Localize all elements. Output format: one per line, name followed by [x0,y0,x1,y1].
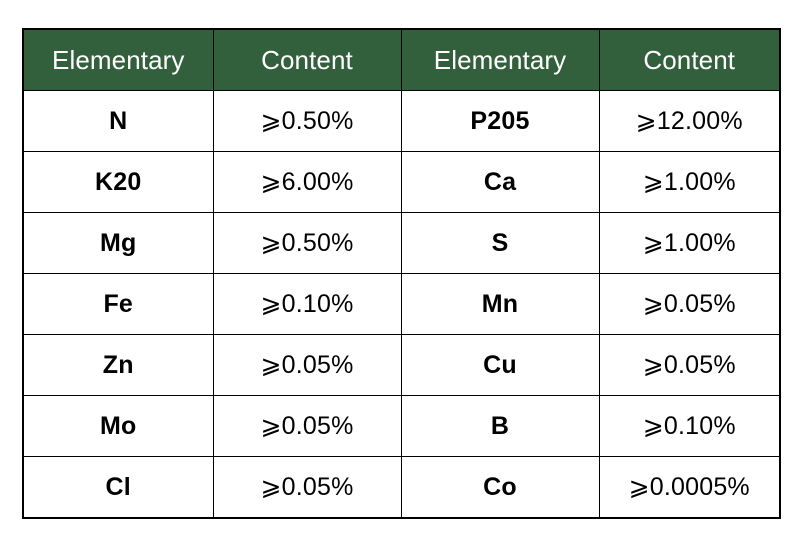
cell-content-left: ⩾0.05% [212,456,402,519]
cell-content-right-text: ⩾0.05% [642,350,736,379]
column-header-elementary-right: Elementary [400,28,600,91]
cell-elementary-left-text: Mo [100,411,137,440]
cell-elementary-right: Mn [400,273,600,335]
cell-elementary-left: Cl [22,456,214,519]
cell-content-right: ⩾0.05% [598,334,781,396]
element-content-table: Elementary Content Elementary Content N ⩾… [22,28,781,519]
cell-content-right: ⩾1.00% [598,151,781,213]
cell-content-left-text: ⩾0.50% [260,228,354,257]
cell-elementary-right: Ca [400,151,600,213]
cell-elementary-right-text: B [490,411,510,440]
cell-content-right: ⩾1.00% [598,212,781,274]
cell-elementary-right-text: Co [483,472,517,501]
cell-content-left: ⩾0.50% [212,212,402,274]
cell-elementary-left: N [22,90,214,152]
cell-elementary-right-text: S [491,228,509,257]
table-row: K20 ⩾6.00% Ca ⩾1.00% [22,151,781,213]
cell-content-right: ⩾0.05% [598,273,781,335]
column-header-elementary-left: Elementary [22,28,214,91]
cell-content-right: ⩾0.0005% [598,456,781,519]
cell-content-right-text: ⩾12.00% [635,106,743,135]
cell-elementary-left: Zn [22,334,214,396]
cell-elementary-left: Mo [22,395,214,457]
cell-elementary-right-text: Cu [483,350,517,379]
cell-content-left: ⩾0.10% [212,273,402,335]
cell-content-left: ⩾6.00% [212,151,402,213]
cell-elementary-left-text: N [109,106,128,135]
cell-elementary-right-text: P205 [470,106,530,135]
table-header-row: Elementary Content Elementary Content [22,28,781,91]
cell-content-left-text: ⩾0.50% [260,106,354,135]
cell-elementary-right: B [400,395,600,457]
table-row: Fe ⩾0.10% Mn ⩾0.05% [22,273,781,335]
cell-elementary-right: Co [400,456,600,519]
table-row: Zn ⩾0.05% Cu ⩾0.05% [22,334,781,396]
cell-elementary-left-text: Fe [103,289,134,318]
column-header-content-right: Content [598,28,781,91]
cell-content-left-text: ⩾6.00% [260,167,354,196]
cell-elementary-right: P205 [400,90,600,152]
cell-content-left-text: ⩾0.10% [260,289,354,318]
specification-table-container: Elementary Content Elementary Content N ⩾… [22,28,781,519]
cell-content-left-text: ⩾0.05% [260,411,354,440]
cell-elementary-left-text: K20 [95,167,142,196]
cell-content-right-text: ⩾0.10% [642,411,736,440]
cell-content-right-text: ⩾0.0005% [628,472,750,501]
column-header-content-left: Content [212,28,402,91]
table-row: N ⩾0.50% P205 ⩾12.00% [22,90,781,152]
table-header: Elementary Content Elementary Content [22,28,781,91]
cell-content-right-text: ⩾1.00% [642,228,736,257]
table-row: Mo ⩾0.05% B ⩾0.10% [22,395,781,457]
table-row: Mg ⩾0.50% S ⩾1.00% [22,212,781,274]
cell-elementary-left-text: Cl [105,472,131,501]
cell-elementary-left: Fe [22,273,214,335]
cell-elementary-right: Cu [400,334,600,396]
cell-content-left: ⩾0.50% [212,90,402,152]
cell-content-left-text: ⩾0.05% [260,472,354,501]
cell-content-left: ⩾0.05% [212,395,402,457]
cell-content-left: ⩾0.05% [212,334,402,396]
cell-elementary-right-text: Mn [481,289,519,318]
cell-elementary-right-text: Ca [483,167,517,196]
cell-content-right-text: ⩾1.00% [642,167,736,196]
table-body: N ⩾0.50% P205 ⩾12.00% K20 ⩾6.00% Ca ⩾1.00% Mg ⩾0.… [22,90,781,519]
cell-content-left-text: ⩾0.05% [260,350,354,379]
cell-elementary-left-text: Mg [100,228,137,257]
table-row: Cl ⩾0.05% Co ⩾0.0005% [22,456,781,519]
cell-content-right-text: ⩾0.05% [642,289,736,318]
cell-elementary-right: S [400,212,600,274]
cell-elementary-left-text: Zn [102,350,134,379]
cell-elementary-left: K20 [22,151,214,213]
cell-elementary-left: Mg [22,212,214,274]
cell-content-right: ⩾0.10% [598,395,781,457]
cell-content-right: ⩾12.00% [598,90,781,152]
